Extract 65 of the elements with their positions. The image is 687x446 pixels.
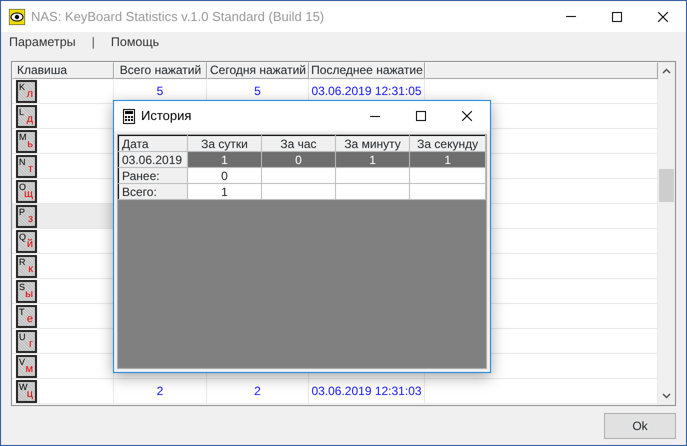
cyrillic-letter: ц <box>26 389 33 400</box>
table-cell: 03.06.2019 12:31:03 <box>309 379 425 403</box>
cyrillic-letter: г <box>28 339 33 350</box>
latin-letter: L <box>19 108 24 117</box>
column-header[interactable]: Всего нажатий <box>114 62 207 79</box>
latin-letter: N <box>19 158 26 167</box>
menu-item[interactable]: Помощь <box>110 32 160 52</box>
cyrillic-letter: м <box>25 364 33 375</box>
cyrillic-letter: л <box>26 89 33 100</box>
scroll-thumb[interactable] <box>659 169 674 202</box>
cyrillic-letter: з <box>28 214 33 225</box>
table-cell: 1 <box>335 152 410 168</box>
close-icon <box>462 111 472 121</box>
latin-letter: M <box>19 133 26 142</box>
close-icon <box>658 12 668 22</box>
selected-row-cell[interactable]: P з <box>12 204 114 228</box>
latin-letter: O <box>19 183 26 192</box>
scrollbar[interactable] <box>658 62 675 405</box>
maximize-icon <box>416 111 426 121</box>
menu-item[interactable]: Параметры <box>9 32 76 52</box>
cyrillic-letter: ь <box>27 139 33 150</box>
row-header: Ранее: <box>118 168 188 184</box>
row-header: Всего: <box>118 184 188 200</box>
minimize-icon <box>566 16 576 17</box>
ok-button[interactable]: Ok <box>604 412 676 438</box>
eye-icon <box>9 8 25 24</box>
column-header[interactable]: За секунду <box>410 136 486 152</box>
column-header[interactable]: Последнее нажатие <box>309 62 425 79</box>
table-cell: 0 <box>187 168 262 184</box>
column-header[interactable]: Сегодня нажатий <box>207 62 309 79</box>
table-cell: 1 <box>187 152 262 168</box>
latin-letter: R <box>19 258 26 267</box>
cyrillic-letter: щ <box>24 189 33 200</box>
calculator-icon <box>123 108 135 124</box>
maximize-icon <box>612 12 622 22</box>
scroll-down-icon[interactable] <box>662 393 671 399</box>
cyrillic-letter: й <box>26 239 33 250</box>
cyrillic-letter: к <box>28 264 33 275</box>
table-cell: 1 <box>187 184 262 200</box>
cyrillic-letter: т <box>28 164 33 175</box>
menu-separator: | <box>90 34 96 51</box>
column-header[interactable]: За час <box>262 136 336 152</box>
table-cell: 1 <box>410 152 486 168</box>
cyrillic-letter: ы <box>25 289 33 300</box>
latin-letter: Q <box>19 233 26 242</box>
column-header[interactable]: Клавиша <box>12 62 114 79</box>
latin-letter: V <box>19 358 26 367</box>
table-cell: 2 <box>207 379 309 403</box>
table-cell: 2 <box>114 379 207 403</box>
window-title: NAS: KeyBoard Statistics v.1.0 Standard (Build 15) <box>31 8 326 26</box>
column-header[interactable]: За сутки <box>187 136 262 152</box>
scroll-up-icon[interactable] <box>662 68 671 74</box>
column-header[interactable]: За минуту <box>335 136 410 152</box>
latin-letter: W <box>19 383 28 392</box>
column-header[interactable]: Дата <box>118 136 188 152</box>
table-cell: 0 <box>262 152 336 168</box>
cyrillic-letter: д <box>26 114 33 125</box>
latin-letter: K <box>19 83 26 92</box>
row-header: 03.06.2019 <box>118 152 188 168</box>
latin-letter: S <box>19 283 26 292</box>
latin-letter: P <box>19 208 26 217</box>
latin-letter: U <box>19 333 26 342</box>
cyrillic-letter: е <box>26 314 33 325</box>
dialog-title: История <box>141 107 192 126</box>
latin-letter: T <box>19 308 24 317</box>
